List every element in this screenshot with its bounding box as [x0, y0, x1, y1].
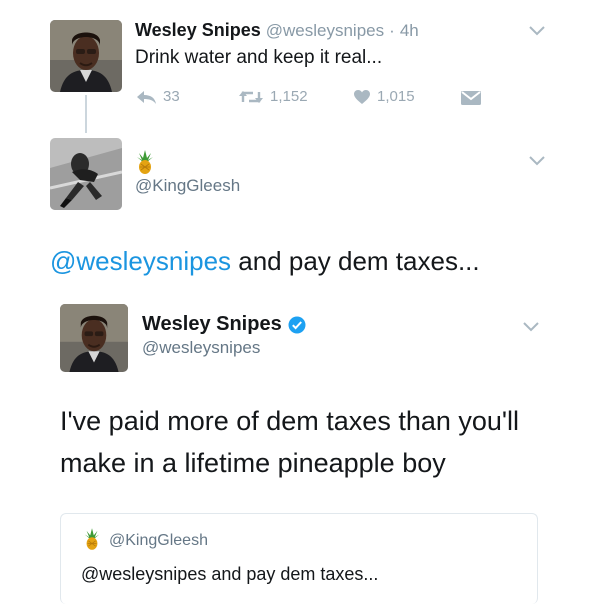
tweet-text-rest: and pay dem taxes...	[231, 246, 480, 276]
reply-icon	[137, 90, 156, 104]
avatar-image	[50, 138, 122, 210]
retweet-icon	[239, 90, 263, 103]
tweet-text: I've paid more of dem taxes than you'll …	[60, 400, 519, 484]
tweet-text: @wesleysnipes and pay dem taxes...	[50, 246, 480, 277]
handle[interactable]: @wesleysnipes	[266, 21, 384, 40]
avatar-wesleysnipes[interactable]	[50, 20, 122, 92]
dm-icon	[461, 91, 481, 105]
like-count: 1,015	[377, 88, 415, 105]
separator: ·	[389, 21, 395, 40]
handle[interactable]: @KingGleesh	[135, 176, 240, 196]
avatar-kinggleesh[interactable]	[50, 138, 122, 210]
display-name[interactable]: Wesley Snipes	[142, 313, 282, 336]
thread-line	[85, 95, 87, 133]
pineapple-icon	[135, 150, 155, 179]
tweet-text-line: make in a lifetime pineapple boy	[60, 448, 446, 478]
tweet3-header: Wesley Snipes	[142, 313, 306, 336]
handle[interactable]: @wesleysnipes	[142, 338, 260, 358]
retweet-count: 1,152	[270, 88, 308, 105]
pineapple-icon	[83, 528, 101, 555]
tweet-text: Drink water and keep it real...	[135, 47, 383, 68]
quoted-text: @wesleysnipes and pay dem taxes...	[81, 564, 379, 584]
chevron-down-icon[interactable]	[528, 154, 546, 172]
quoted-tweet-card[interactable]: @KingGleesh @wesleysnipes and pay dem ta…	[60, 513, 538, 604]
tweet1-header: Wesley Snipes @wesleysnipes · 4h	[135, 20, 419, 41]
dm-button[interactable]	[460, 90, 482, 111]
retweet-button[interactable]: 1,152	[238, 88, 308, 105]
reply-button[interactable]: 33	[135, 88, 180, 105]
avatar-image	[50, 20, 122, 92]
chevron-down-icon[interactable]	[528, 24, 546, 42]
verified-badge-icon	[288, 316, 306, 333]
heart-icon	[354, 89, 370, 104]
avatar-wesleysnipes[interactable]	[60, 304, 128, 372]
quoted-handle[interactable]: @KingGleesh	[109, 532, 208, 550]
avatar-image	[60, 304, 128, 372]
timestamp[interactable]: 4h	[400, 21, 419, 40]
tweet-text-line: I've paid more of dem taxes than you'll	[60, 406, 520, 436]
reply-count: 33	[163, 88, 180, 105]
tweet-screenshot: { "tweet1": { "display_name": "Wesley Sn…	[0, 0, 591, 604]
chevron-down-icon[interactable]	[522, 320, 540, 338]
mention-link[interactable]: @wesleysnipes	[50, 246, 231, 276]
display-name[interactable]: Wesley Snipes	[135, 20, 261, 40]
tweet-actions: 33 1,152 1,015	[135, 88, 495, 110]
like-button[interactable]: 1,015	[353, 88, 415, 105]
